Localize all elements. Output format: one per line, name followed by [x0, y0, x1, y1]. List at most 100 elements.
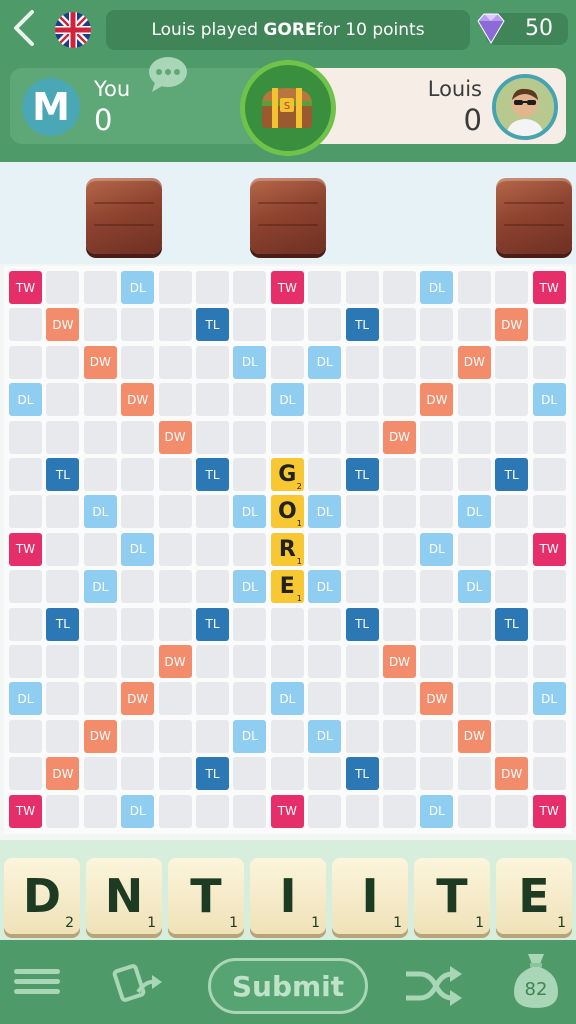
board-square[interactable] [420, 495, 454, 529]
board-square[interactable] [345, 420, 379, 454]
double-letter-square[interactable]: DL [308, 495, 342, 529]
board-square[interactable] [345, 645, 379, 678]
double-letter-square[interactable]: DL [233, 570, 267, 604]
board-square[interactable] [121, 495, 155, 529]
board-square[interactable] [308, 420, 342, 454]
board-square[interactable] [457, 383, 491, 417]
double-letter-square[interactable]: DL [270, 682, 304, 716]
board-square[interactable] [270, 645, 304, 678]
double-letter-square[interactable]: DL [83, 570, 117, 604]
board-square[interactable] [158, 458, 192, 491]
board-square[interactable] [345, 682, 379, 716]
rack-tile[interactable]: I1 [250, 858, 326, 934]
board-square[interactable] [9, 308, 42, 342]
board-square[interactable] [233, 458, 267, 491]
board-square[interactable] [420, 458, 454, 491]
board-square[interactable] [457, 420, 491, 454]
board-square[interactable] [457, 532, 491, 566]
board-square[interactable] [46, 682, 80, 716]
board-square[interactable] [495, 719, 529, 753]
board-square[interactable] [345, 495, 379, 529]
board-square[interactable] [233, 383, 267, 417]
board-square[interactable] [233, 420, 267, 454]
board-square[interactable] [345, 719, 379, 753]
board-square[interactable] [9, 495, 42, 529]
submit-button[interactable]: Submit [208, 958, 368, 1014]
board-square[interactable] [308, 532, 342, 566]
triple-letter-square[interactable]: TL [345, 308, 379, 342]
board-square[interactable] [420, 345, 454, 379]
chat-bubble-icon[interactable] [146, 54, 190, 94]
double-letter-square[interactable]: DL [233, 719, 267, 753]
board-square[interactable] [495, 420, 529, 454]
board-square[interactable] [83, 458, 117, 491]
board-square[interactable] [9, 420, 42, 454]
board-square[interactable] [46, 570, 80, 604]
board-square[interactable] [495, 271, 529, 304]
board-square[interactable] [9, 645, 42, 678]
double-letter-square[interactable]: DL [233, 495, 267, 529]
shuffle-icon[interactable] [402, 962, 464, 1010]
board-square[interactable] [308, 682, 342, 716]
triple-word-square[interactable]: TW [9, 532, 42, 566]
board-square[interactable] [457, 458, 491, 491]
board-square[interactable] [196, 570, 229, 604]
board-square[interactable] [532, 345, 566, 379]
double-word-square[interactable]: DW [83, 719, 117, 753]
board-square[interactable] [233, 607, 267, 641]
board-square[interactable] [495, 570, 529, 604]
triple-letter-square[interactable]: TL [345, 607, 379, 641]
board-square[interactable] [345, 345, 379, 379]
board-square[interactable] [9, 757, 42, 791]
board-square[interactable] [383, 682, 416, 716]
board-square[interactable] [308, 607, 342, 641]
board-square[interactable] [158, 570, 192, 604]
board-square[interactable] [345, 532, 379, 566]
board-square[interactable] [345, 794, 379, 828]
board-square[interactable] [233, 682, 267, 716]
board-square[interactable] [196, 383, 229, 417]
board-square[interactable] [121, 645, 155, 678]
hamburger-menu-icon[interactable] [14, 964, 60, 1000]
board-square[interactable] [383, 719, 416, 753]
board-square[interactable] [532, 495, 566, 529]
triple-word-square[interactable]: TW [9, 271, 42, 304]
double-word-square[interactable]: DW [495, 757, 529, 791]
triple-word-square[interactable]: TW [532, 794, 566, 828]
board-square[interactable] [83, 383, 117, 417]
double-letter-square[interactable]: DL [121, 271, 155, 304]
triple-letter-square[interactable]: TL [196, 757, 229, 791]
triple-letter-square[interactable]: TL [495, 458, 529, 491]
board-square[interactable] [270, 420, 304, 454]
board-square[interactable] [121, 570, 155, 604]
double-word-square[interactable]: DW [46, 757, 80, 791]
double-letter-square[interactable]: DL [121, 794, 155, 828]
board-square[interactable] [46, 794, 80, 828]
board-square[interactable] [9, 719, 42, 753]
double-word-square[interactable]: DW [383, 645, 416, 678]
board-square[interactable] [270, 757, 304, 791]
board-square[interactable] [270, 345, 304, 379]
double-word-square[interactable]: DW [83, 345, 117, 379]
rack-tile[interactable]: D2 [4, 858, 80, 934]
double-word-square[interactable]: DW [457, 345, 491, 379]
board-square[interactable] [308, 757, 342, 791]
board-square[interactable] [83, 794, 117, 828]
double-word-square[interactable]: DW [495, 308, 529, 342]
triple-word-square[interactable]: TW [270, 794, 304, 828]
board-square[interactable] [121, 458, 155, 491]
board-square[interactable] [83, 645, 117, 678]
board-square[interactable] [345, 383, 379, 417]
board-square[interactable] [420, 308, 454, 342]
board-square[interactable] [196, 645, 229, 678]
board-square[interactable] [158, 757, 192, 791]
board-square[interactable] [420, 719, 454, 753]
board-square[interactable] [83, 607, 117, 641]
board-square[interactable] [83, 682, 117, 716]
board-square[interactable] [420, 645, 454, 678]
board-square[interactable] [345, 271, 379, 304]
swap-tiles-icon[interactable] [112, 958, 164, 1010]
triple-word-square[interactable]: TW [532, 532, 566, 566]
board-square[interactable] [532, 645, 566, 678]
board-square[interactable] [308, 308, 342, 342]
